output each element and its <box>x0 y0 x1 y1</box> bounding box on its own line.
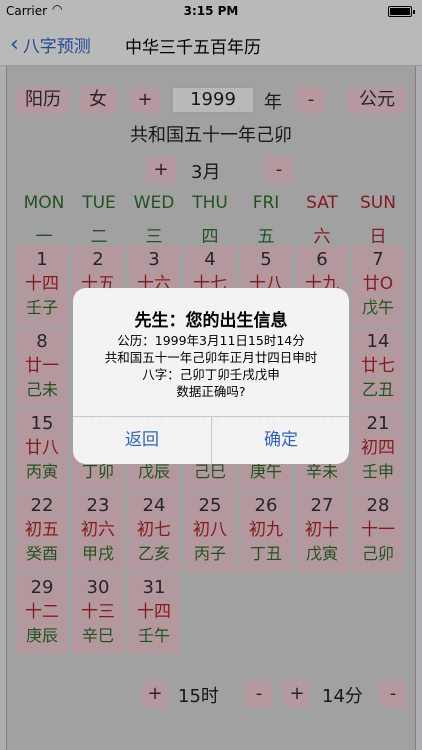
alert-line-gregorian: 公历：1999年3月11日15时14分 <box>117 333 305 348</box>
alert-line-lunar: 共和国五十一年己卯年正月廿四日申时 <box>104 350 318 365</box>
alert-message: 公历：1999年3月11日15时14分 共和国五十一年己卯年正月廿四日申时 八字… <box>73 332 349 400</box>
alert-title: 先生：您的出生信息 <box>134 311 288 331</box>
confirm-button[interactable]: 确定 <box>212 417 349 464</box>
alert-line-bazi: 八字：己卯丁卯壬戌戊申 <box>142 367 280 382</box>
back-alert-button[interactable]: 返回 <box>73 417 211 464</box>
birth-info-alert: 先生：您的出生信息 公历：1999年3月11日15时14分 共和国五十一年己卯年… <box>73 288 349 464</box>
alert-line-confirm: 数据正确吗? <box>176 384 246 399</box>
